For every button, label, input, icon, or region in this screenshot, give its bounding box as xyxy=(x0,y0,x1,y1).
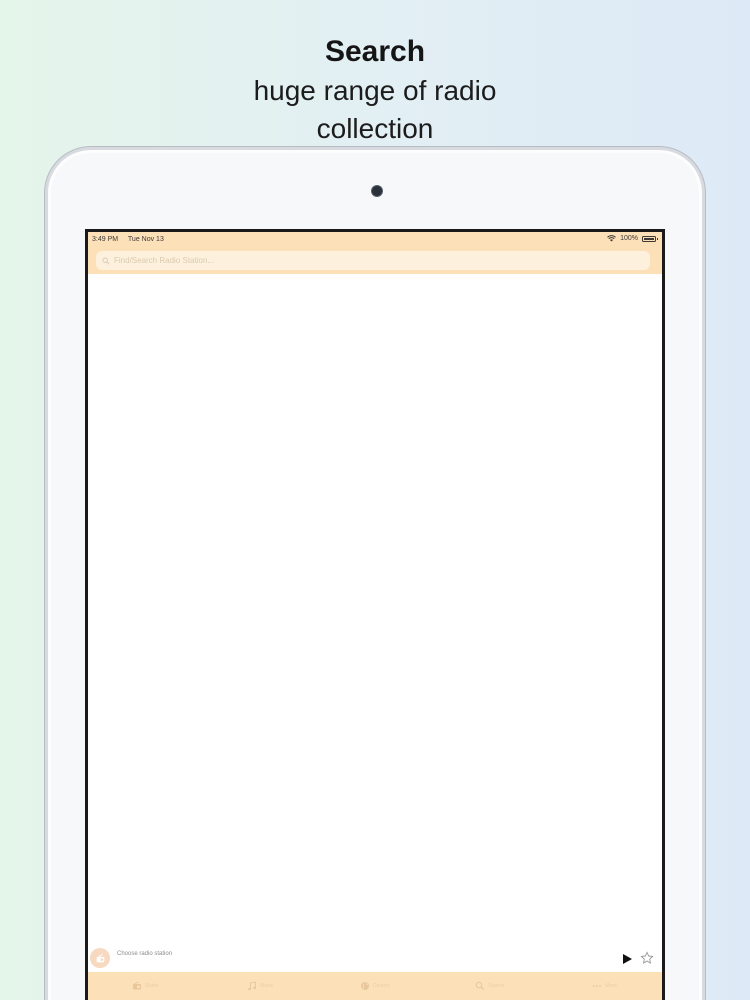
promo-subtitle-line-1: huge range of radio xyxy=(253,75,497,106)
tab-music-label: Music xyxy=(260,983,274,989)
music-note-icon xyxy=(248,981,257,991)
tab-country-label: Country xyxy=(372,983,391,989)
tab-search[interactable]: Search xyxy=(432,972,547,1000)
radio-station-icon xyxy=(96,953,104,962)
tablet-screen: 3:49 PM Tue Nov 13 100% Find/Search Radi… xyxy=(85,229,665,1000)
tab-country[interactable]: Country xyxy=(318,972,433,1000)
tab-music[interactable]: Music xyxy=(203,972,318,1000)
app-screen: 3:49 PM Tue Nov 13 100% Find/Search Radi… xyxy=(88,232,662,1000)
search-icon xyxy=(102,257,110,265)
current-station-label: Choose radio station xyxy=(117,951,173,957)
radio-icon xyxy=(133,981,142,990)
star-icon[interactable] xyxy=(640,951,654,965)
more-icon xyxy=(593,985,602,987)
battery-icon xyxy=(642,235,658,242)
search-icon xyxy=(476,981,485,991)
search-results-area xyxy=(88,274,662,944)
tab-more-label: More xyxy=(605,983,617,989)
tab-bar: Radio Music Country Search More xyxy=(88,972,662,1000)
tab-radio[interactable]: Radio xyxy=(88,972,203,1000)
play-icon[interactable] xyxy=(621,953,633,965)
status-right: 100% xyxy=(607,235,658,242)
search-field[interactable] xyxy=(96,251,650,270)
tab-search-label: Search xyxy=(488,983,505,989)
front-camera xyxy=(372,186,382,196)
wifi-icon xyxy=(607,235,616,242)
promo-title: Search xyxy=(324,35,426,68)
promo-subtitle-line-2: collection xyxy=(316,113,434,144)
battery-percent: 100% xyxy=(620,235,638,242)
tab-more[interactable]: More xyxy=(547,972,662,1000)
status-left: 3:49 PM Tue Nov 13 xyxy=(92,236,172,243)
search-bar xyxy=(88,248,662,274)
status-bar: 3:49 PM Tue Nov 13 100% xyxy=(88,232,662,248)
mini-player[interactable]: Choose radio station xyxy=(88,944,662,972)
status-date: Tue Nov 13 xyxy=(127,236,164,243)
status-time: 3:49 PM xyxy=(92,236,119,243)
station-avatar xyxy=(90,948,110,968)
tab-radio-label: Radio xyxy=(145,983,159,989)
search-input[interactable] xyxy=(110,256,634,265)
promo-headline: Search huge range of radio collection xyxy=(0,32,750,148)
globe-icon xyxy=(360,982,369,990)
